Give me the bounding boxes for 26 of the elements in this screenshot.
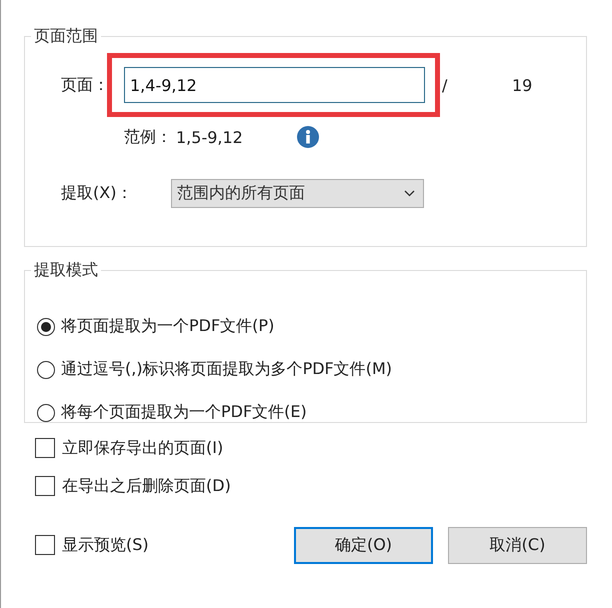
checkbox[interactable] <box>35 476 55 496</box>
separator: / <box>442 76 448 94</box>
extract-label: 提取(X)： <box>61 183 134 204</box>
caret-icon <box>404 190 415 197</box>
checkbox-label: 立即保存导出的页面(I) <box>62 438 224 458</box>
radio-button[interactable] <box>37 318 55 336</box>
example-label: 范例： <box>124 126 172 148</box>
radio-button[interactable] <box>37 360 55 378</box>
checkbox[interactable] <box>35 438 55 458</box>
radio-label: 通过逗号(,)标识将页面提取为多个PDF文件(M) <box>61 359 392 380</box>
group-title: 提取模式 <box>33 260 99 281</box>
pages-field[interactable]: 1,4-9,12 <box>124 67 425 103</box>
group-title: 页面范围 <box>33 26 99 47</box>
radio-label: 将页面提取为一个PDF文件(P) <box>61 316 274 337</box>
example-value: 1,5-9,12 <box>176 128 244 146</box>
page-total: 19 <box>512 76 532 94</box>
ok-button[interactable]: 确定(O) <box>294 526 433 564</box>
checkbox-label: 显示预览(S) <box>62 534 149 556</box>
info-icon[interactable] <box>297 126 319 148</box>
checkbox[interactable] <box>35 535 55 555</box>
checkbox-label: 在导出之后删除页面(D) <box>62 476 231 496</box>
cancel-button[interactable]: 取消(C) <box>448 526 587 564</box>
radio-button[interactable] <box>37 404 55 422</box>
pages-label: 页面： <box>61 74 107 96</box>
extract-dropdown[interactable]: 范围内的所有页面 <box>171 179 424 208</box>
radio-label: 将每个页面提取为一个PDF文件(E) <box>61 402 307 423</box>
